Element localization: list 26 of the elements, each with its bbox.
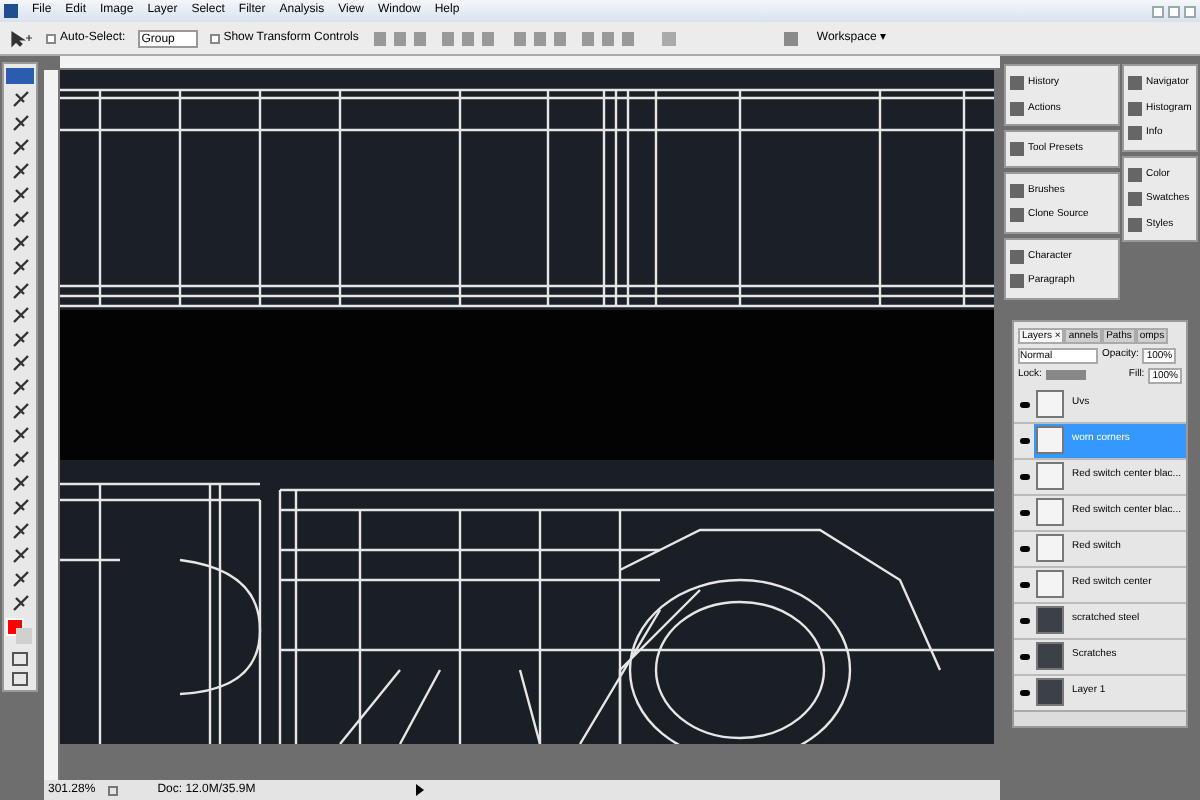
texture-thumbnail bbox=[1036, 678, 1064, 706]
transparent-thumbnail bbox=[1036, 426, 1064, 454]
auto-select-checkbox[interactable] bbox=[46, 33, 56, 43]
transparent-thumbnail bbox=[1036, 462, 1064, 490]
eye-icon[interactable] bbox=[1019, 545, 1029, 551]
transparent-thumbnail bbox=[1036, 498, 1064, 526]
transparent-thumbnail bbox=[1036, 570, 1064, 598]
transform-controls-checkbox[interactable] bbox=[209, 33, 220, 43]
quick-mask-icon[interactable] bbox=[12, 652, 28, 666]
eye-icon[interactable] bbox=[1019, 653, 1029, 659]
eye-icon[interactable] bbox=[1019, 689, 1029, 695]
eye-icon[interactable] bbox=[1019, 437, 1029, 443]
texture-thumbnail bbox=[1036, 642, 1064, 670]
status-icon bbox=[107, 785, 118, 795]
eye-icon[interactable] bbox=[1019, 581, 1029, 587]
screen-mode-icon[interactable] bbox=[12, 672, 28, 686]
background-color-swatch[interactable] bbox=[16, 628, 32, 644]
transparent-thumbnail bbox=[1036, 534, 1064, 562]
eye-icon[interactable] bbox=[1019, 401, 1029, 407]
eye-icon[interactable] bbox=[1019, 617, 1029, 623]
eye-icon[interactable] bbox=[1019, 509, 1029, 515]
transparent-thumbnail bbox=[1036, 390, 1064, 418]
status-menu-arrow-icon[interactable] bbox=[416, 784, 424, 796]
app-logo-icon bbox=[6, 68, 34, 84]
texture-thumbnail bbox=[1036, 606, 1064, 634]
eye-icon[interactable] bbox=[1019, 473, 1029, 479]
